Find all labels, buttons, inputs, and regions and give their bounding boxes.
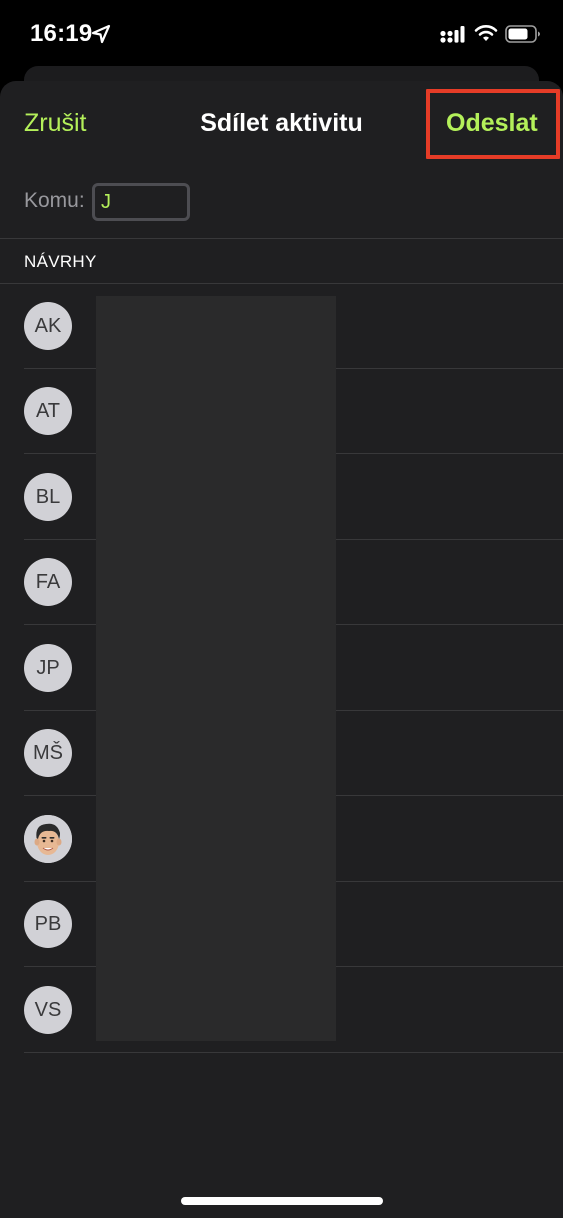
status-bar: 16:19 xyxy=(0,0,563,66)
redacted-contact-names xyxy=(96,296,336,1041)
divider xyxy=(0,238,563,239)
signal-icon xyxy=(440,26,465,43)
share-sheet: Zrušit Sdílet aktivitu Odeslat Komu: J N… xyxy=(0,81,563,1218)
recipient-label: Komu: xyxy=(24,189,85,212)
suggestions-header: NÁVRHY xyxy=(24,252,97,271)
memoji-avatar-icon xyxy=(24,815,72,863)
avatar: FA xyxy=(24,558,72,606)
avatar: VS xyxy=(24,986,72,1034)
divider xyxy=(24,1052,563,1053)
avatar: AT xyxy=(24,387,72,435)
avatar: BL xyxy=(24,473,72,521)
avatar: PB xyxy=(24,900,72,948)
status-time: 16:19 xyxy=(30,20,93,47)
location-arrow-icon xyxy=(91,24,111,44)
recipient-input[interactable]: J xyxy=(92,183,190,221)
avatar: JP xyxy=(24,644,72,692)
avatar xyxy=(24,815,72,863)
send-button-highlight xyxy=(426,89,560,159)
battery-icon xyxy=(505,25,540,43)
avatar: MŠ xyxy=(24,729,72,777)
home-indicator[interactable] xyxy=(181,1197,383,1205)
avatar: AK xyxy=(24,302,72,350)
wifi-icon xyxy=(474,25,498,41)
